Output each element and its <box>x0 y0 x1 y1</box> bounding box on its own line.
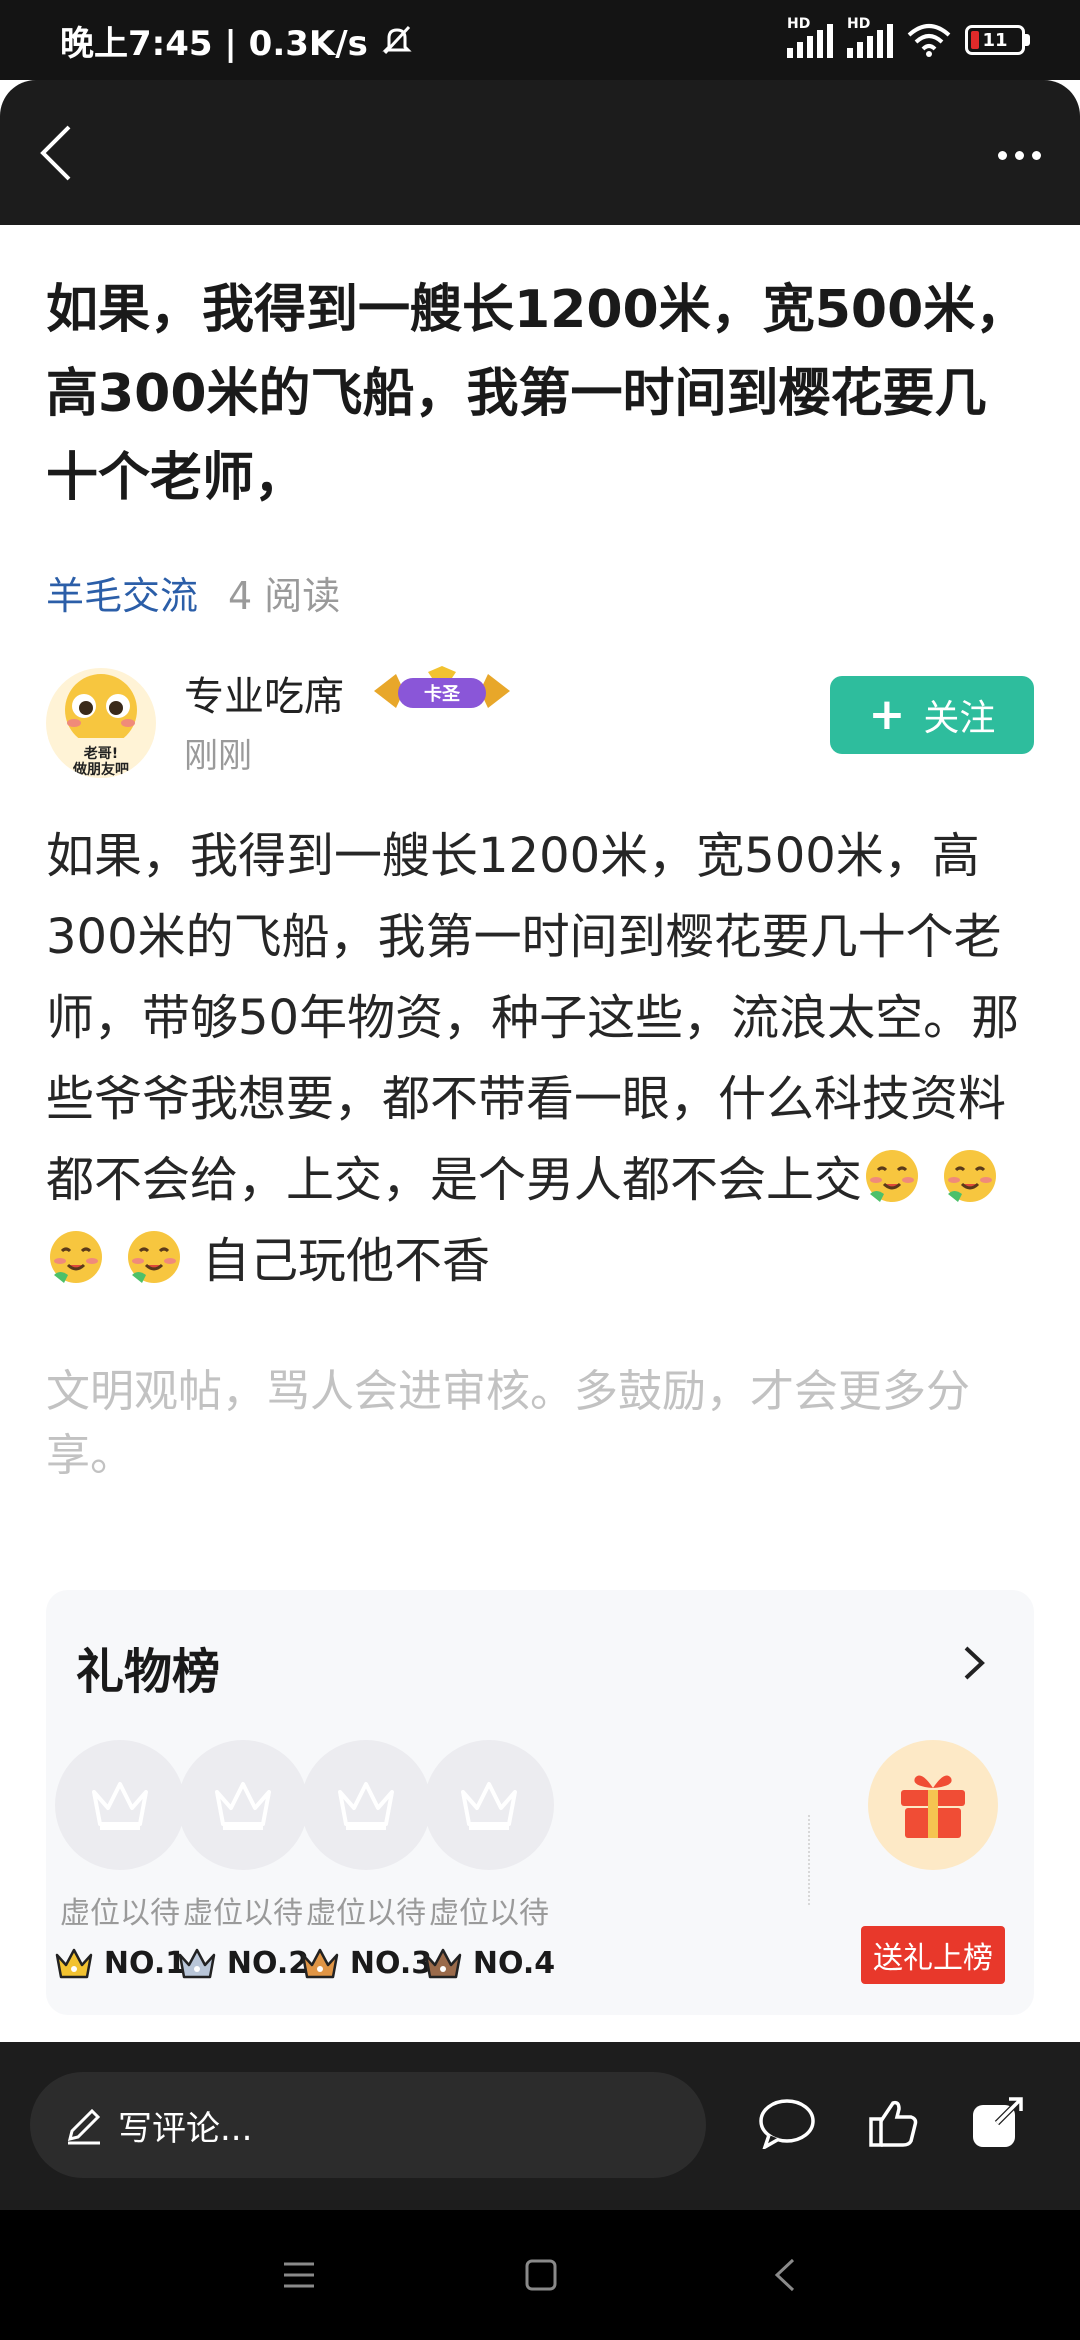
gift-rank-slot[interactable]: 虚位以待 NO.2 <box>173 1740 313 1981</box>
home-icon[interactable] <box>508 2242 574 2308</box>
follow-label: 关注 <box>923 698 996 739</box>
send-gift-button[interactable]: 送礼上榜 <box>861 1926 1005 1984</box>
more-icon[interactable] <box>984 120 1054 190</box>
gift-icon[interactable] <box>868 1740 998 1870</box>
avatar[interactable]: 老哥! 做朋友吧 <box>46 668 156 778</box>
comment-icon[interactable] <box>752 2088 822 2158</box>
pencil-icon <box>64 2105 104 2145</box>
read-count: 4 阅读 <box>228 574 341 618</box>
signal-icon: HD <box>847 16 893 58</box>
hungry-face-emoji-icon <box>862 1146 922 1206</box>
empty-crown-icon <box>424 1740 554 1870</box>
network-type-label: HD <box>847 16 871 32</box>
rank-label: NO.4 <box>472 1946 556 1981</box>
post-body: 如果，我得到一艘长1200米，宽500米，高300米的飞船，我第一时间到樱花要几… <box>46 816 1042 1302</box>
empty-crown-icon <box>55 1740 185 1870</box>
level-badge: 卡圣 <box>368 666 516 716</box>
status-bar: 晚上7:45 | 0.3K/s HD HD 11 <box>0 0 1080 80</box>
chevron-right-icon[interactable] <box>954 1638 994 1688</box>
slot-label: 虚位以待 <box>306 1896 426 1931</box>
gift-rank-slot[interactable]: 虚位以待 NO.3 <box>296 1740 436 1981</box>
hungry-face-emoji-icon <box>124 1227 184 1287</box>
empty-crown-icon <box>301 1740 431 1870</box>
empty-crown-icon <box>178 1740 308 1870</box>
header-bar <box>0 80 1080 225</box>
mute-icon <box>380 23 414 57</box>
group-link[interactable]: 羊毛交流 <box>46 565 198 620</box>
avatar-text: 做朋友吧 <box>72 761 129 778</box>
crown-icon <box>177 1947 217 1981</box>
follow-button[interactable]: + 关注 <box>830 676 1034 754</box>
wifi-icon <box>907 23 951 57</box>
back-nav-icon[interactable] <box>752 2242 818 2308</box>
gift-board-title: 礼物榜 <box>76 1644 221 1700</box>
post-time: 刚刚 <box>184 736 252 776</box>
author-name[interactable]: 专业吃席 <box>184 664 344 722</box>
post-title: 如果，我得到一艘长1200米，宽500米，高300米的飞船，我第一时间到樱花要几… <box>46 280 1028 508</box>
battery-icon: 11 <box>965 25 1030 55</box>
share-icon[interactable] <box>962 2088 1032 2158</box>
crown-icon <box>423 1947 463 1981</box>
hungry-face-emoji-icon <box>46 1227 106 1287</box>
menu-icon[interactable] <box>266 2242 332 2308</box>
comment-placeholder: 写评论... <box>118 2108 253 2149</box>
author-row: 老哥! 做朋友吧 专业吃席 卡圣 刚刚 + 关注 <box>46 660 1034 780</box>
system-nav-bar <box>0 2210 1080 2340</box>
slot-label: 虚位以待 <box>183 1896 303 1931</box>
status-time-speed: 晚上7:45 | 0.3K/s <box>60 23 368 64</box>
back-icon[interactable] <box>26 118 86 188</box>
divider <box>808 1815 810 1905</box>
comment-bar: 写评论... <box>0 2042 1080 2210</box>
gift-board: 礼物榜 虚位以待 NO.1 虚位以待 NO.2 虚位以待 NO.3 虚位以待 NO.4 送礼上… <box>46 1590 1034 2015</box>
signal-icon: HD <box>787 16 833 58</box>
plus-icon: + <box>868 689 906 740</box>
crown-icon <box>54 1947 94 1981</box>
hungry-face-emoji-icon <box>940 1146 1000 1206</box>
comment-input[interactable]: 写评论... <box>30 2072 706 2178</box>
avatar-text: 老哥! <box>84 745 118 762</box>
battery-level: 11 <box>982 29 1008 51</box>
slot-label: 虚位以待 <box>60 1896 180 1931</box>
network-type-label: HD <box>787 16 811 32</box>
post-notice: 文明观帖，骂人会进审核。多鼓励，才会更多分享。 <box>46 1366 970 1481</box>
like-icon[interactable] <box>858 2088 928 2158</box>
crown-icon <box>300 1947 340 1981</box>
badge-label: 卡圣 <box>424 683 461 705</box>
gift-rank-slot[interactable]: 虚位以待 NO.4 <box>419 1740 559 1981</box>
gift-rank-slot[interactable]: 虚位以待 NO.1 <box>50 1740 190 1981</box>
slot-label: 虚位以待 <box>429 1896 549 1931</box>
post-body-tail: 自己玩他不香 <box>202 1233 491 1289</box>
post-meta: 羊毛交流 4 阅读 <box>46 565 340 620</box>
